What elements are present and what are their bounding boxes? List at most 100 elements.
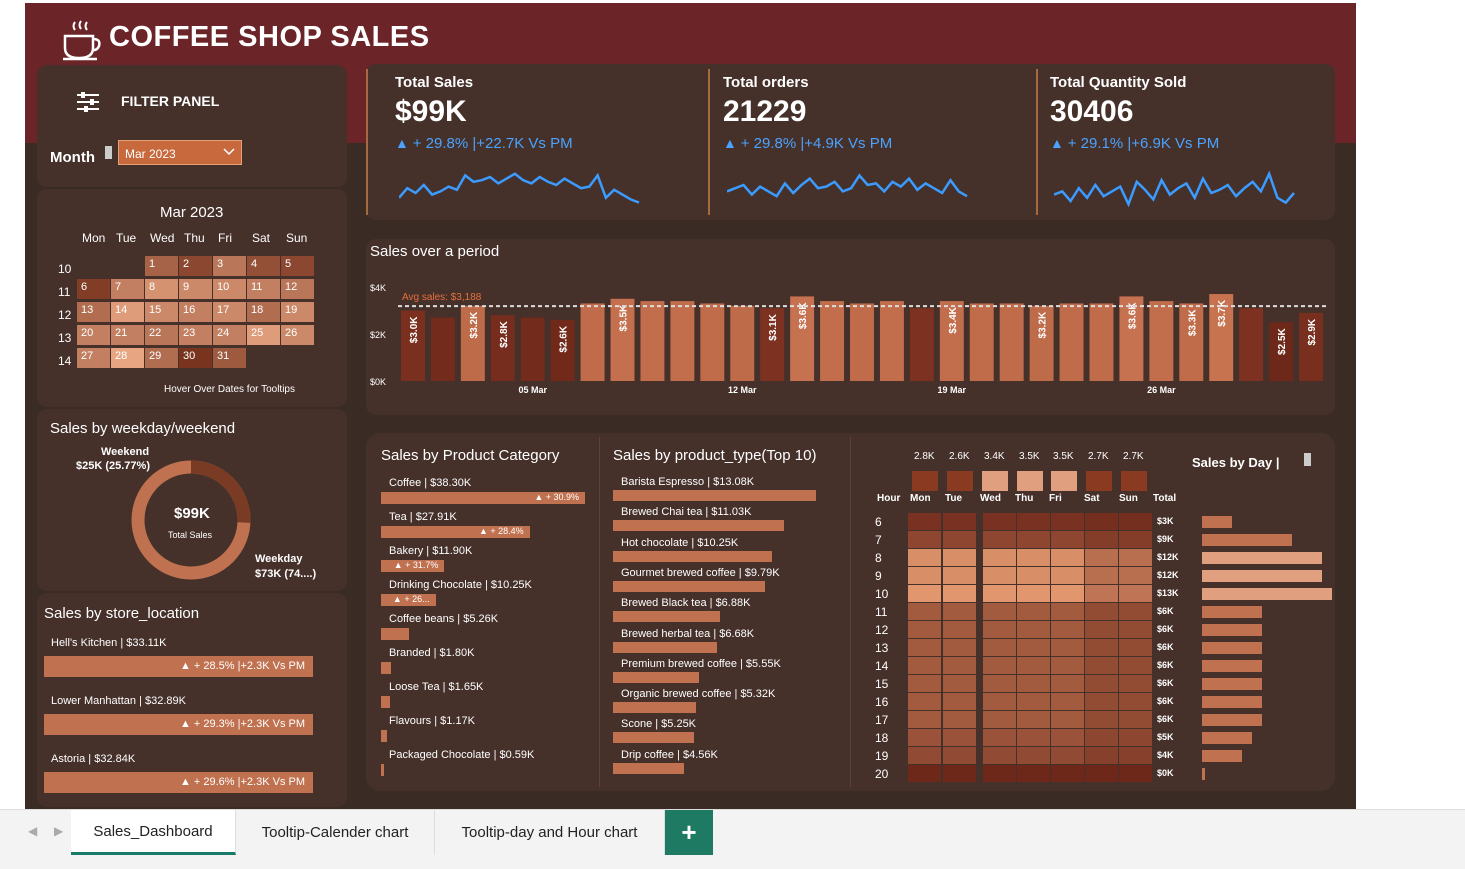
store-bar[interactable]: ▲ + 29.3% |+2.3K Vs PM bbox=[44, 714, 313, 735]
tab-tooltip-day-hour[interactable]: Tooltip-day and Hour chart bbox=[435, 810, 665, 855]
day-bar[interactable] bbox=[1017, 471, 1043, 491]
heatmap-cell[interactable] bbox=[983, 711, 1016, 728]
category-bar[interactable] bbox=[381, 730, 388, 742]
day-bar[interactable] bbox=[1051, 471, 1077, 491]
month-dropdown[interactable]: Mar 2023 bbox=[118, 140, 242, 165]
calendar-day[interactable]: 16 bbox=[179, 302, 212, 322]
heatmap-cell[interactable] bbox=[943, 585, 976, 602]
heatmap-cell[interactable] bbox=[908, 639, 941, 656]
heatmap-cell[interactable] bbox=[983, 765, 1016, 782]
heatmap-cell[interactable] bbox=[943, 675, 976, 692]
heatmap-cell[interactable] bbox=[1085, 765, 1118, 782]
product-type-bar[interactable] bbox=[613, 550, 773, 562]
heatmap-cell[interactable] bbox=[983, 585, 1016, 602]
calendar-day[interactable]: 31 bbox=[213, 348, 246, 368]
tab-scroll-left-icon[interactable]: ◀ bbox=[28, 824, 37, 838]
calendar-day[interactable]: 19 bbox=[281, 302, 314, 322]
heatmap-cell[interactable] bbox=[1017, 711, 1050, 728]
calendar-day[interactable]: 7 bbox=[111, 279, 144, 299]
heatmap-cell[interactable] bbox=[1051, 531, 1084, 548]
calendar-day[interactable]: 9 bbox=[179, 279, 212, 299]
calendar-day[interactable]: 11 bbox=[247, 279, 280, 299]
heatmap-cell[interactable] bbox=[1017, 567, 1050, 584]
calendar-day[interactable]: 27 bbox=[77, 348, 110, 368]
heatmap-cell[interactable] bbox=[1119, 657, 1152, 674]
heatmap-cell[interactable] bbox=[1017, 639, 1050, 656]
tab-tooltip-calendar[interactable]: Tooltip-Calender chart bbox=[236, 810, 435, 855]
calendar-day[interactable]: 4 bbox=[247, 256, 280, 276]
tab-sales-dashboard[interactable]: Sales_Dashboard bbox=[71, 810, 236, 855]
heatmap-total-bar[interactable] bbox=[1202, 750, 1242, 762]
calendar-day[interactable]: 29 bbox=[145, 348, 178, 368]
heatmap-total-bar[interactable] bbox=[1202, 624, 1262, 636]
store-bar[interactable]: ▲ + 29.6% |+2.3K Vs PM bbox=[44, 772, 313, 793]
day-bar[interactable] bbox=[912, 471, 938, 491]
product-type-bar[interactable] bbox=[613, 762, 684, 774]
heatmap-cell[interactable] bbox=[983, 693, 1016, 710]
calendar-day[interactable]: 8 bbox=[145, 279, 178, 299]
heatmap-cell[interactable] bbox=[1051, 675, 1084, 692]
heatmap-cell[interactable] bbox=[1085, 585, 1118, 602]
calendar-day[interactable]: 20 bbox=[77, 325, 110, 345]
heatmap-total-bar[interactable] bbox=[1202, 534, 1292, 546]
heatmap-cell[interactable] bbox=[1119, 585, 1152, 602]
heatmap-total-bar[interactable] bbox=[1202, 732, 1252, 744]
heatmap-cell[interactable] bbox=[943, 603, 976, 620]
heatmap-cell[interactable] bbox=[1119, 711, 1152, 728]
heatmap-cell[interactable] bbox=[1051, 513, 1084, 530]
heatmap-total-bar[interactable] bbox=[1202, 552, 1322, 564]
heatmap-cell[interactable] bbox=[943, 711, 976, 728]
day-bar[interactable] bbox=[982, 471, 1008, 491]
heatmap-cell[interactable] bbox=[983, 603, 1016, 620]
product-type-bar[interactable] bbox=[613, 520, 785, 532]
heatmap-cell[interactable] bbox=[1085, 657, 1118, 674]
heatmap-cell[interactable] bbox=[1017, 657, 1050, 674]
calendar-day[interactable]: 23 bbox=[179, 325, 212, 345]
category-bar[interactable]: ▲ + 30.9% bbox=[381, 492, 585, 504]
heatmap-cell[interactable] bbox=[908, 747, 941, 764]
heatmap-cell[interactable] bbox=[1085, 603, 1118, 620]
heatmap-cell[interactable] bbox=[1119, 675, 1152, 692]
heatmap-cell[interactable] bbox=[908, 549, 941, 566]
heatmap-total-bar[interactable] bbox=[1202, 606, 1262, 618]
heatmap-cell[interactable] bbox=[943, 729, 976, 746]
heatmap-cell[interactable] bbox=[1085, 675, 1118, 692]
calendar-day[interactable]: 15 bbox=[145, 302, 178, 322]
heatmap-cell[interactable] bbox=[1085, 531, 1118, 548]
heatmap-cell[interactable] bbox=[1051, 549, 1084, 566]
category-bar[interactable]: ▲ + 26... bbox=[381, 594, 436, 606]
calendar-day[interactable]: 21 bbox=[111, 325, 144, 345]
heatmap-cell[interactable] bbox=[1085, 729, 1118, 746]
heatmap-cell[interactable] bbox=[983, 531, 1016, 548]
product-type-bar[interactable] bbox=[613, 490, 816, 501]
calendar-day[interactable]: 3 bbox=[213, 256, 246, 276]
heatmap-cell[interactable] bbox=[943, 693, 976, 710]
category-bar[interactable] bbox=[381, 696, 390, 708]
heatmap-cell[interactable] bbox=[983, 639, 1016, 656]
heatmap-cell[interactable] bbox=[1085, 747, 1118, 764]
heatmap-cell[interactable] bbox=[1017, 585, 1050, 602]
product-type-bar[interactable] bbox=[613, 732, 695, 744]
heatmap-cell[interactable] bbox=[1051, 693, 1084, 710]
heatmap-cell[interactable] bbox=[1119, 603, 1152, 620]
heatmap-cell[interactable] bbox=[1085, 621, 1118, 638]
calendar-day[interactable]: 26 bbox=[281, 325, 314, 345]
heatmap-cell[interactable] bbox=[1085, 693, 1118, 710]
add-page-button[interactable]: + bbox=[665, 810, 713, 855]
heatmap-cell[interactable] bbox=[1051, 729, 1084, 746]
category-bar[interactable] bbox=[381, 662, 391, 674]
heatmap-cell[interactable] bbox=[1119, 531, 1152, 548]
product-type-bar[interactable] bbox=[613, 671, 700, 683]
category-bar[interactable]: ▲ + 28.4% bbox=[381, 526, 530, 538]
calendar-day[interactable]: 18 bbox=[247, 302, 280, 322]
day-bar[interactable] bbox=[1121, 471, 1147, 491]
product-type-bar[interactable] bbox=[613, 611, 720, 623]
heatmap-cell[interactable] bbox=[1017, 603, 1050, 620]
heatmap-cell[interactable] bbox=[1085, 711, 1118, 728]
heatmap-cell[interactable] bbox=[908, 513, 941, 530]
heatmap-cell[interactable] bbox=[983, 549, 1016, 566]
product-type-bar[interactable] bbox=[613, 641, 717, 653]
heatmap-cell[interactable] bbox=[1017, 747, 1050, 764]
heatmap-cell[interactable] bbox=[908, 585, 941, 602]
calendar-day[interactable]: 12 bbox=[281, 279, 314, 299]
